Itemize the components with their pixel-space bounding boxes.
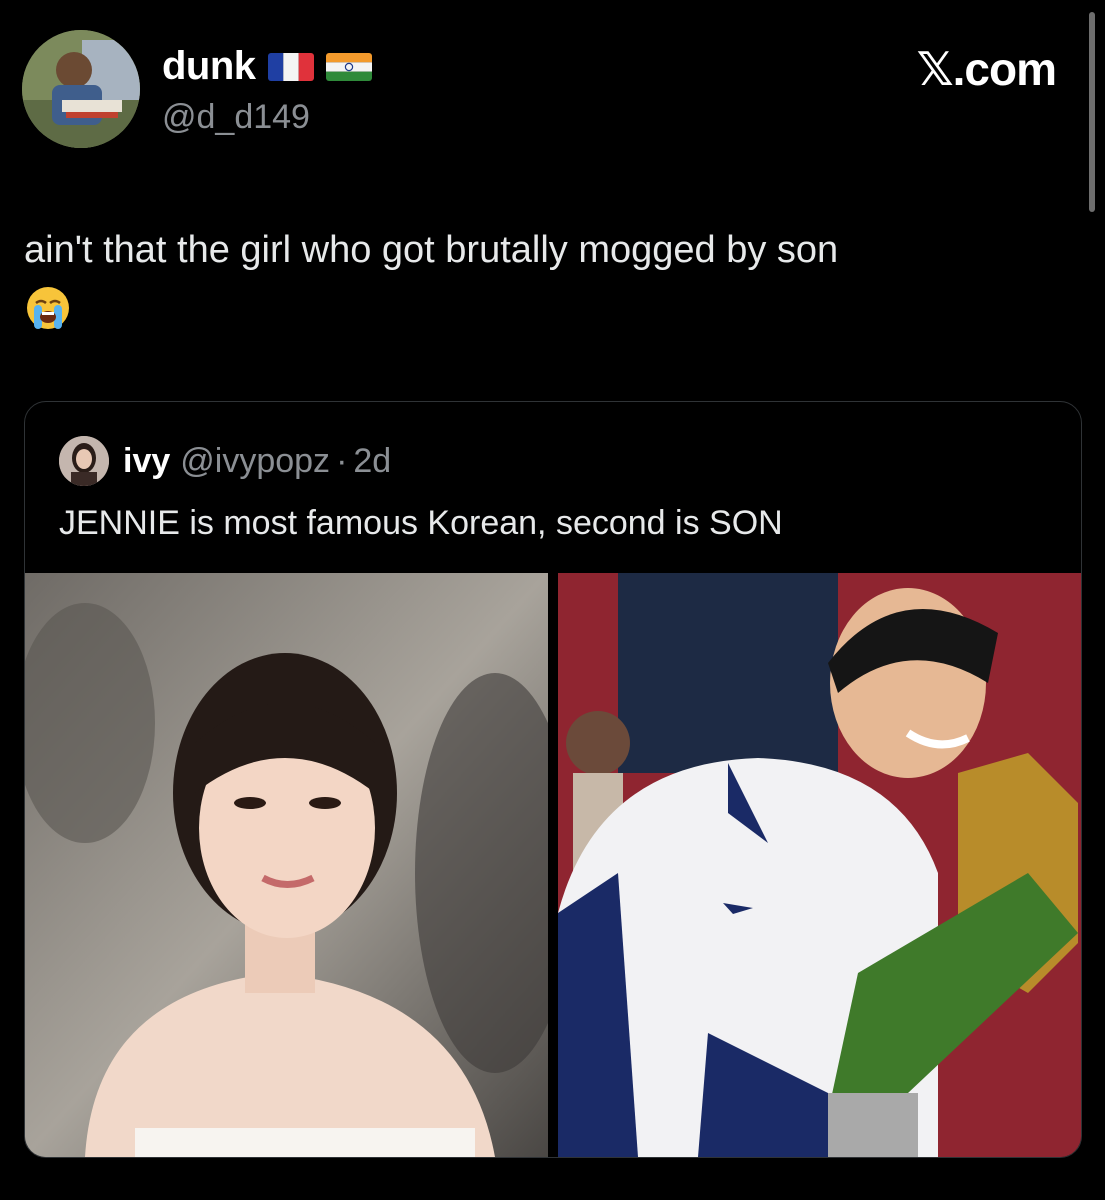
quoted-tweet-timestamp[interactable]: 2d: [353, 442, 391, 481]
tweet-body: ain't that the girl who got brutally mog…: [24, 222, 1064, 334]
flag-india-icon: [325, 52, 372, 81]
tweet-header: dunk @d_d149 𝕏.com: [22, 30, 1082, 150]
author-avatar[interactable]: [22, 30, 140, 148]
quoted-tweet-card[interactable]: ivy @ivypopz · 2d JENNIE is most famous …: [24, 401, 1082, 1158]
quoted-author-avatar[interactable]: [59, 436, 109, 486]
tweet-text: ain't that the girl who got brutally mog…: [24, 229, 839, 271]
author-display-name[interactable]: dunk: [162, 44, 256, 89]
quoted-author-name[interactable]: ivy: [123, 442, 170, 481]
loudly-crying-face-icon: [24, 284, 72, 332]
author-name-row: dunk: [162, 44, 372, 89]
quoted-tweet-text: JENNIE is most famous Korean, second is …: [59, 504, 783, 542]
quoted-tweet-header: ivy @ivypopz · 2d: [59, 436, 391, 486]
meta-separator: ·: [336, 441, 348, 480]
author-handle[interactable]: @d_d149: [162, 98, 310, 137]
x-brand-logo: 𝕏.com: [916, 43, 1057, 95]
flag-france-icon: [267, 52, 314, 81]
quoted-photo-footballer-with-trophy[interactable]: [558, 573, 1081, 1157]
quoted-photo-woman-portrait[interactable]: [25, 573, 548, 1157]
quoted-author-handle[interactable]: @ivypopz: [180, 442, 330, 481]
scrollbar-thumb[interactable]: [1089, 12, 1095, 212]
